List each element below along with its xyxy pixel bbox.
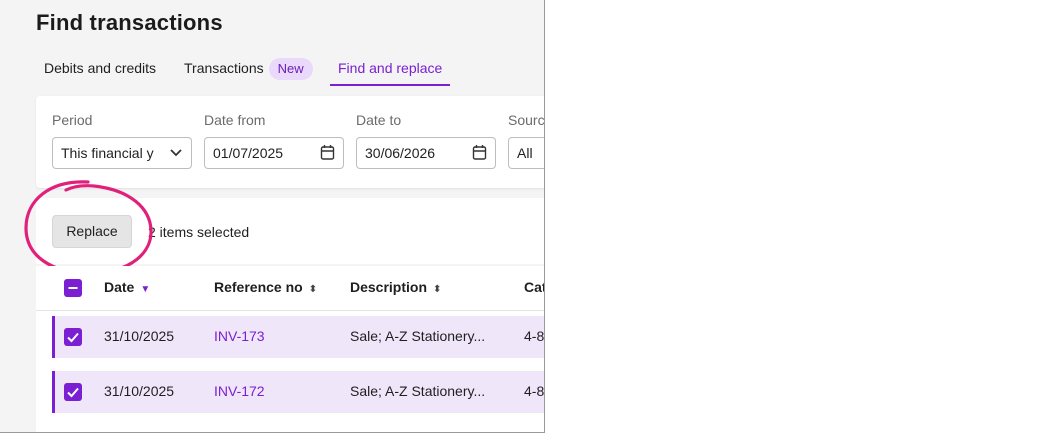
source-select[interactable]: All: [508, 137, 544, 169]
filter-panel: Period This financial y Date from 01/07/…: [36, 96, 545, 188]
tab-debits-and-credits[interactable]: Debits and credits: [44, 56, 156, 84]
description-column-header[interactable]: Description ⬍: [350, 279, 441, 295]
reference-header-label: Reference no: [214, 279, 303, 295]
source-label: Sourc: [508, 112, 545, 128]
sort-desc-icon: ▼: [140, 284, 151, 295]
check-icon: [67, 387, 79, 398]
description-header-label: Description: [350, 279, 428, 295]
date-column-header[interactable]: Date ▼: [104, 279, 150, 295]
calendar-icon[interactable]: [320, 138, 335, 168]
row-reference-link[interactable]: INV-172: [214, 383, 265, 399]
minus-icon: [68, 287, 78, 289]
check-icon: [67, 332, 79, 343]
tab-label: Find and replace: [338, 60, 443, 76]
row-description: Sale; A-Z Stationery...: [350, 383, 486, 399]
period-label: Period: [52, 112, 93, 128]
new-badge: New: [268, 58, 313, 80]
replace-button[interactable]: Replace: [52, 215, 132, 248]
tab-transactions[interactable]: Transactions New: [184, 56, 313, 84]
transactions-table: Date ▼ Reference no ⬍ Description ⬍ Cat 31/…: [36, 266, 545, 432]
tab-label: Transactions: [184, 60, 264, 76]
tab-bar: Debits and credits Transactions New Find …: [36, 56, 544, 86]
row-reference-link[interactable]: INV-173: [214, 328, 265, 344]
row-checkbox[interactable]: [64, 383, 82, 401]
source-value: All: [517, 145, 533, 161]
table-row[interactable]: 31/10/2025 INV-173 Sale; A-Z Stationery.…: [52, 316, 545, 358]
row-checkbox[interactable]: [64, 328, 82, 346]
date-to-label: Date to: [356, 112, 402, 128]
chevron-down-icon: [169, 138, 183, 168]
row-date: 31/10/2025: [104, 383, 175, 399]
sort-icon: ⬍: [433, 284, 442, 295]
date-to-field[interactable]: 30/06/2026: [356, 137, 496, 169]
table-row[interactable]: 31/10/2025 INV-172 Sale; A-Z Stationery.…: [52, 371, 545, 413]
row-description: Sale; A-Z Stationery...: [350, 328, 486, 344]
date-header-label: Date: [104, 279, 135, 295]
tab-label: Debits and credits: [44, 60, 157, 76]
date-to-value: 30/06/2026: [365, 145, 436, 161]
date-from-label: Date from: [204, 112, 266, 128]
row-category: 4-8: [524, 328, 545, 344]
reference-column-header[interactable]: Reference no ⬍: [214, 279, 317, 295]
selection-bar: Replace 2 items selected: [36, 198, 544, 264]
table-header: Date ▼ Reference no ⬍ Description ⬍ Cat: [36, 266, 545, 311]
category-column-header[interactable]: Cat: [524, 279, 545, 295]
row-date: 31/10/2025: [104, 328, 175, 344]
date-from-field[interactable]: 01/07/2025: [204, 137, 344, 169]
items-selected-text: 2 items selected: [148, 224, 250, 240]
select-all-checkbox[interactable]: [64, 279, 82, 297]
period-value: This financial y: [61, 145, 154, 161]
category-header-label: Cat: [524, 279, 545, 295]
period-select[interactable]: This financial y: [52, 137, 192, 169]
calendar-icon[interactable]: [472, 138, 487, 168]
date-from-value: 01/07/2025: [213, 145, 284, 161]
row-category: 4-8: [524, 383, 545, 399]
app-panel: Find transactions Debits and credits Tra…: [0, 0, 545, 433]
tab-find-and-replace[interactable]: Find and replace: [330, 56, 451, 86]
sort-icon: ⬍: [308, 284, 318, 295]
page-title: Find transactions: [36, 10, 223, 35]
